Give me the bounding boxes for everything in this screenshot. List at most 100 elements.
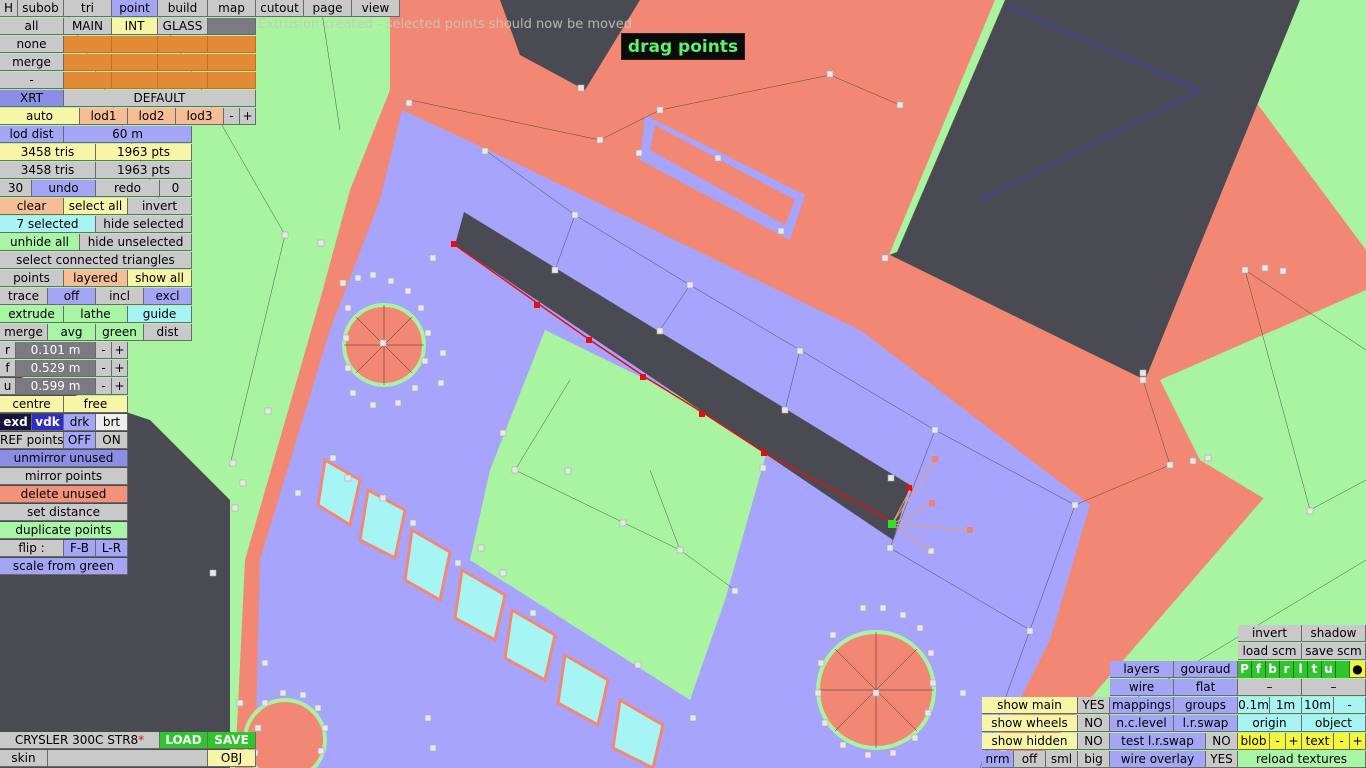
step-01m[interactable]: 0.1m (1238, 697, 1270, 714)
tab-map[interactable]: map (208, 0, 256, 17)
test-lr-swap-value[interactable]: NO (1206, 733, 1238, 750)
layer-cell[interactable] (112, 72, 158, 89)
render-brt[interactable]: brt (96, 414, 128, 431)
show-wheels-button[interactable]: show wheels (982, 715, 1078, 732)
reload-textures-button[interactable]: reload textures (1238, 751, 1366, 768)
lod-dist-value[interactable]: 60 m (64, 126, 192, 143)
tab-tri[interactable]: tri (64, 0, 112, 17)
view-b[interactable]: b (1266, 661, 1280, 678)
merge-avg-button[interactable]: avg (48, 324, 96, 341)
delete-unused-button[interactable]: delete unused (0, 486, 128, 503)
tab-build[interactable]: build (158, 0, 208, 17)
layer-cell[interactable] (158, 54, 208, 71)
merge-layers-button[interactable]: merge (0, 54, 64, 71)
clear-selection-button[interactable]: clear (0, 198, 64, 215)
duplicate-points-button[interactable]: duplicate points (0, 522, 128, 539)
lod-auto[interactable]: auto (0, 108, 80, 125)
param-r-plus[interactable]: + (112, 342, 128, 359)
view-l[interactable]: l (1294, 661, 1308, 678)
dash-left-button[interactable]: – (1238, 679, 1302, 696)
text-minus[interactable]: - (1334, 733, 1350, 750)
param-r-minus[interactable]: - (96, 342, 112, 359)
gouraud-button[interactable]: gouraud (1174, 661, 1238, 678)
layer-cell[interactable] (64, 54, 112, 71)
size-sml[interactable]: sml (1046, 751, 1078, 768)
show-wheels-value[interactable]: NO (1078, 715, 1110, 732)
param-u-plus[interactable]: + (112, 378, 128, 395)
size-big[interactable]: big (1078, 751, 1110, 768)
wire-overlay-value[interactable]: YES (1206, 751, 1238, 768)
view-p[interactable]: P (1238, 661, 1252, 678)
param-r-value[interactable]: 0.101 m (16, 342, 96, 359)
shadow-button[interactable]: shadow (1302, 625, 1366, 642)
view-f[interactable]: f (1252, 661, 1266, 678)
invert-selection-button[interactable]: invert (128, 198, 192, 215)
param-f-plus[interactable]: + (112, 360, 128, 377)
lod3-button[interactable]: lod3 (176, 108, 224, 125)
layer-cell[interactable] (158, 72, 208, 89)
skin-name[interactable] (48, 750, 208, 767)
nc-level-button[interactable]: n.c.level (1110, 715, 1174, 732)
tab-view[interactable]: view (352, 0, 400, 17)
param-f-minus[interactable]: - (96, 360, 112, 377)
origin-button[interactable]: origin (1238, 715, 1302, 732)
blob-plus[interactable]: + (1286, 733, 1302, 750)
view-t[interactable]: t (1308, 661, 1322, 678)
size-nrm[interactable]: nrm (982, 751, 1014, 768)
free-button[interactable]: free (64, 396, 128, 413)
tab-h[interactable]: H (0, 0, 18, 17)
wire-button[interactable]: wire (1110, 679, 1174, 696)
trace-excl[interactable]: excl (144, 288, 192, 305)
merge-dist-button[interactable]: dist (144, 324, 192, 341)
xrt-button[interactable]: XRT (0, 90, 64, 107)
layer-empty[interactable] (208, 18, 256, 35)
step-minus[interactable]: - (1334, 697, 1366, 714)
size-off[interactable]: off (1014, 751, 1046, 768)
object-button[interactable]: object (1302, 715, 1366, 732)
layer-cell[interactable] (112, 54, 158, 71)
layer-int[interactable]: INT (112, 18, 158, 35)
none-button[interactable]: none (0, 36, 64, 53)
layer-main[interactable]: MAIN (64, 18, 112, 35)
dot-icon[interactable]: ● (1350, 661, 1366, 678)
param-u-minus[interactable]: - (96, 378, 112, 395)
set-distance-button[interactable]: set distance (0, 504, 128, 521)
lod1-button[interactable]: lod1 (80, 108, 128, 125)
select-connected-button[interactable]: select connected triangles (0, 252, 192, 269)
xrt-value[interactable]: DEFAULT (64, 90, 256, 107)
dash-right-button[interactable]: – (1302, 679, 1366, 696)
render-vdk[interactable]: vdk (32, 414, 64, 431)
text-plus[interactable]: + (1350, 733, 1366, 750)
redo-button[interactable]: redo (96, 180, 160, 197)
lod-plus[interactable]: + (240, 108, 256, 125)
step-10m[interactable]: 10m (1302, 697, 1334, 714)
ref-on[interactable]: ON (96, 432, 128, 449)
obj-button[interactable]: OBJ (208, 750, 256, 767)
select-all-button[interactable]: select all (64, 198, 128, 215)
extrude-button[interactable]: extrude (0, 306, 64, 323)
test-lr-swap-button[interactable]: test l.r.swap (1110, 733, 1206, 750)
tab-subob[interactable]: subob (18, 0, 64, 17)
view-r[interactable]: r (1280, 661, 1294, 678)
groups-button[interactable]: groups (1174, 697, 1238, 714)
lr-swap-button[interactable]: l.r.swap (1174, 715, 1238, 732)
wire-overlay-button[interactable]: wire overlay (1110, 751, 1206, 768)
guide-button[interactable]: guide (128, 306, 192, 323)
layered-button[interactable]: layered (64, 270, 128, 287)
render-exd[interactable]: exd (0, 414, 32, 431)
layer-all[interactable]: all (0, 18, 64, 35)
show-hidden-value[interactable]: NO (1078, 733, 1110, 750)
save-scm-button[interactable]: save scm (1302, 643, 1366, 660)
param-f-value[interactable]: 0.529 m (16, 360, 96, 377)
lathe-button[interactable]: lathe (64, 306, 128, 323)
layer-cell[interactable] (208, 72, 256, 89)
show-main-value[interactable]: YES (1078, 697, 1110, 714)
load-scm-button[interactable]: load scm (1238, 643, 1302, 660)
dash-button[interactable]: - (0, 72, 64, 89)
points-button[interactable]: points (0, 270, 64, 287)
centre-button[interactable]: centre (0, 396, 64, 413)
layer-glass[interactable]: GLASS (158, 18, 208, 35)
unmirror-unused-button[interactable]: unmirror unused (0, 450, 128, 467)
text-button[interactable]: text (1302, 733, 1334, 750)
tab-cutout[interactable]: cutout (256, 0, 304, 17)
